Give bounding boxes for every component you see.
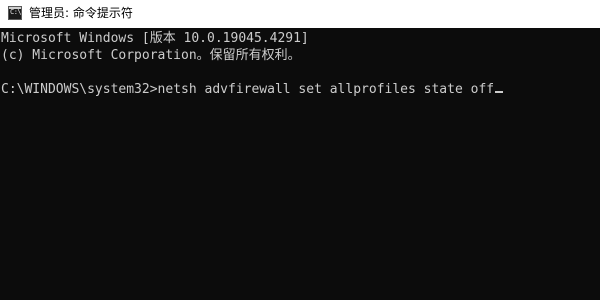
title-bar[interactable]: C:\ 管理员: 命令提示符 xyxy=(0,0,600,28)
console-line-copyright: (c) Microsoft Corporation。保留所有权利。 xyxy=(1,48,301,63)
console-line-version: Microsoft Windows [版本 10.0.19045.4291] xyxy=(1,31,309,46)
icon-glyph: C:\ xyxy=(10,8,22,16)
cmd-console-icon: C:\ xyxy=(8,6,22,20)
text-cursor xyxy=(495,91,504,93)
command-line[interactable]: C:\WINDOWS\system32>netsh advfirewall se… xyxy=(1,81,504,98)
typed-command[interactable]: netsh advfirewall set allprofiles state … xyxy=(158,82,495,97)
command-prompt-window: C:\ 管理员: 命令提示符 Microsoft Windows [版本 10.… xyxy=(0,0,600,300)
prompt-path: C:\WINDOWS\system32> xyxy=(1,82,158,97)
window-title: 管理员: 命令提示符 xyxy=(29,6,133,20)
console-output[interactable]: Microsoft Windows [版本 10.0.19045.4291] (… xyxy=(0,30,600,300)
